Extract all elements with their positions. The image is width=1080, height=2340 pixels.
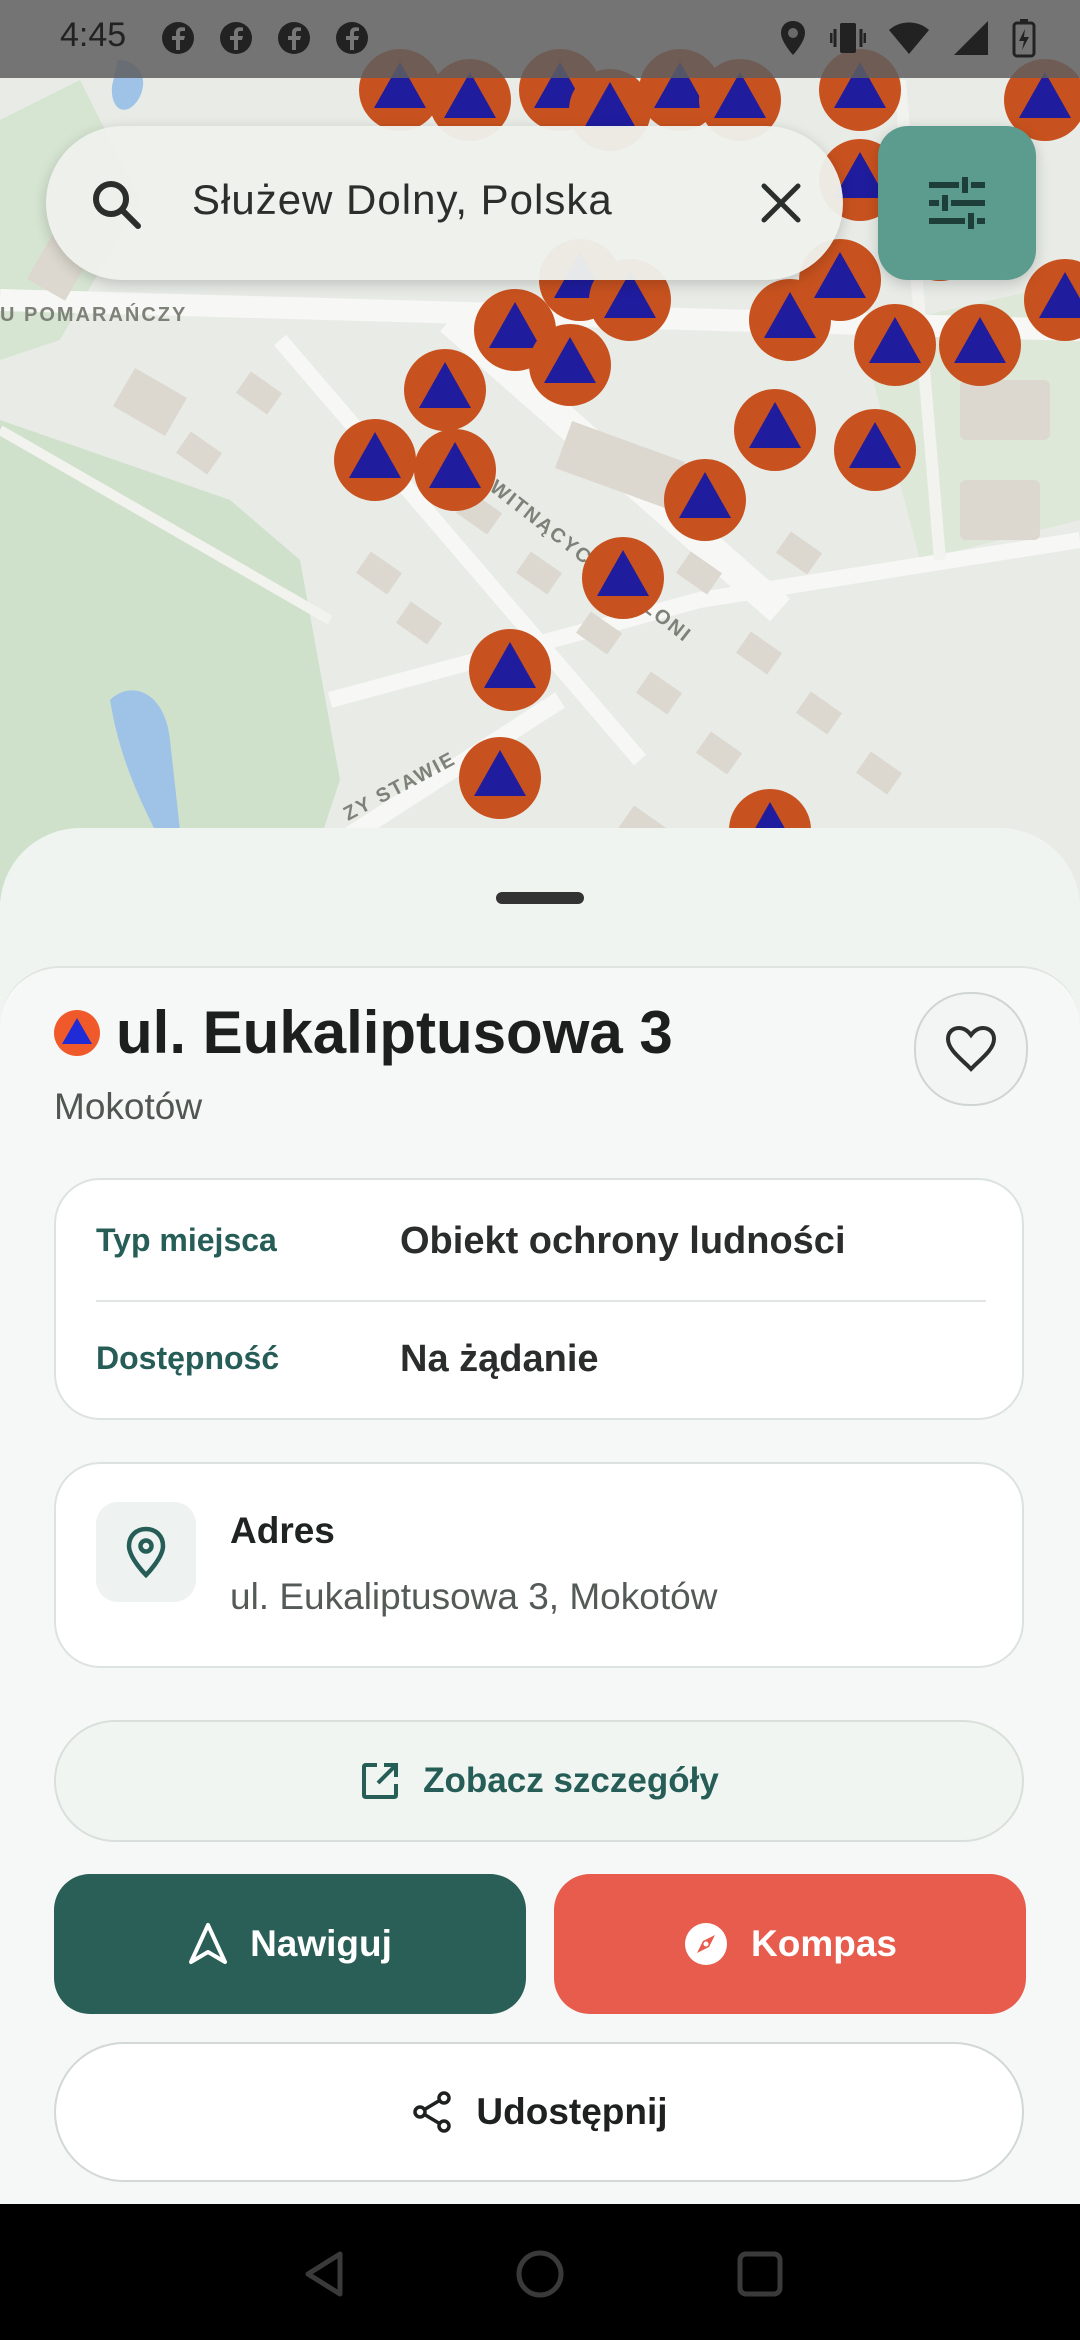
shelter-marker[interactable] (938, 303, 1022, 387)
share-label: Udostępnij (476, 2091, 668, 2132)
navigate-button[interactable]: Nawiguj (54, 1874, 526, 2014)
facebook-icon (336, 22, 368, 54)
filter-button[interactable] (878, 126, 1036, 280)
shelter-marker[interactable] (413, 428, 497, 512)
see-details-button[interactable]: Zobacz szczegóły (54, 1720, 1024, 1842)
search-input[interactable]: Służew Dolny, Polska (192, 176, 613, 224)
status-bar: 4:45 (0, 0, 1080, 78)
tune-icon (929, 177, 985, 229)
info-key: Typ miejsca (96, 1222, 277, 1258)
share-icon (413, 2091, 452, 2133)
info-row-availability: Dostępność Na żądanie (96, 1298, 986, 1416)
status-time: 4:45 (60, 16, 127, 54)
heart-icon (945, 1025, 997, 1072)
compass-label: Kompas (751, 1923, 897, 1964)
shelter-marker[interactable] (853, 303, 937, 387)
shelter-marker[interactable] (468, 628, 552, 712)
drag-handle[interactable] (496, 892, 584, 904)
facebook-icon (162, 22, 194, 54)
recents-icon[interactable] (732, 2246, 788, 2302)
info-key: Dostępność (96, 1340, 280, 1376)
place-bottom-sheet: ul. Eukaliptusowa 3 Mokotów Typ miejsca … (0, 828, 1080, 2208)
place-title: ul. Eukaliptusowa 3 (116, 999, 673, 1066)
system-nav-bar (0, 2204, 1080, 2340)
address-label: Adres (230, 1510, 335, 1551)
close-icon[interactable] (746, 168, 816, 238)
facebook-icon (220, 22, 252, 54)
shelter-marker[interactable] (1023, 258, 1080, 342)
shelter-marker[interactable] (458, 736, 542, 820)
address-card[interactable]: Adres ul. Eukaliptusowa 3, Mokotów (54, 1462, 1024, 1668)
place-header: ul. Eukaliptusowa 3 (54, 998, 673, 1067)
back-icon[interactable] (296, 2246, 352, 2302)
compass-button[interactable]: Kompas (554, 1874, 1026, 2014)
civil-defense-icon (54, 1009, 100, 1056)
favorite-button[interactable] (914, 992, 1028, 1106)
notification-icons (160, 20, 370, 56)
place-district: Mokotów (54, 1086, 203, 1127)
shelter-marker[interactable] (833, 408, 917, 492)
shelter-marker[interactable] (333, 418, 417, 502)
shelter-marker[interactable] (528, 323, 612, 407)
signal-icon (954, 21, 988, 55)
shelter-marker[interactable] (581, 536, 665, 620)
open-external-icon (362, 1763, 399, 1799)
compass-icon (685, 1923, 727, 1965)
navigation-arrow-icon (189, 1923, 228, 1964)
see-details-label: Zobacz szczegóły (423, 1761, 719, 1800)
place-info-card: Typ miejsca Obiekt ochrony ludności Dost… (54, 1178, 1024, 1420)
street-label: U POMARAŃCZY (0, 304, 188, 326)
battery-charging-icon (1012, 19, 1036, 58)
place-details: ul. Eukaliptusowa 3 Mokotów Typ miejsca … (0, 966, 1080, 2208)
facebook-icon (278, 22, 310, 54)
info-value: Na żądanie (400, 1338, 599, 1380)
search-bar[interactable]: Służew Dolny, Polska (46, 126, 843, 280)
home-icon[interactable] (512, 2246, 568, 2302)
shelter-marker[interactable] (663, 458, 747, 542)
vibrate-icon (830, 23, 866, 53)
address-value: ul. Eukaliptusowa 3, Mokotów (230, 1576, 718, 1617)
search-icon (86, 174, 146, 239)
info-value: Obiekt ochrony ludności (400, 1220, 846, 1262)
share-button[interactable]: Udostępnij (54, 2042, 1024, 2182)
location-icon (781, 21, 805, 55)
info-row-type: Typ miejsca Obiekt ochrony ludności (96, 1180, 986, 1298)
location-pin-icon (96, 1502, 196, 1602)
navigate-label: Nawiguj (250, 1923, 392, 1964)
wifi-icon (889, 22, 929, 54)
system-status-icons (778, 18, 1036, 58)
